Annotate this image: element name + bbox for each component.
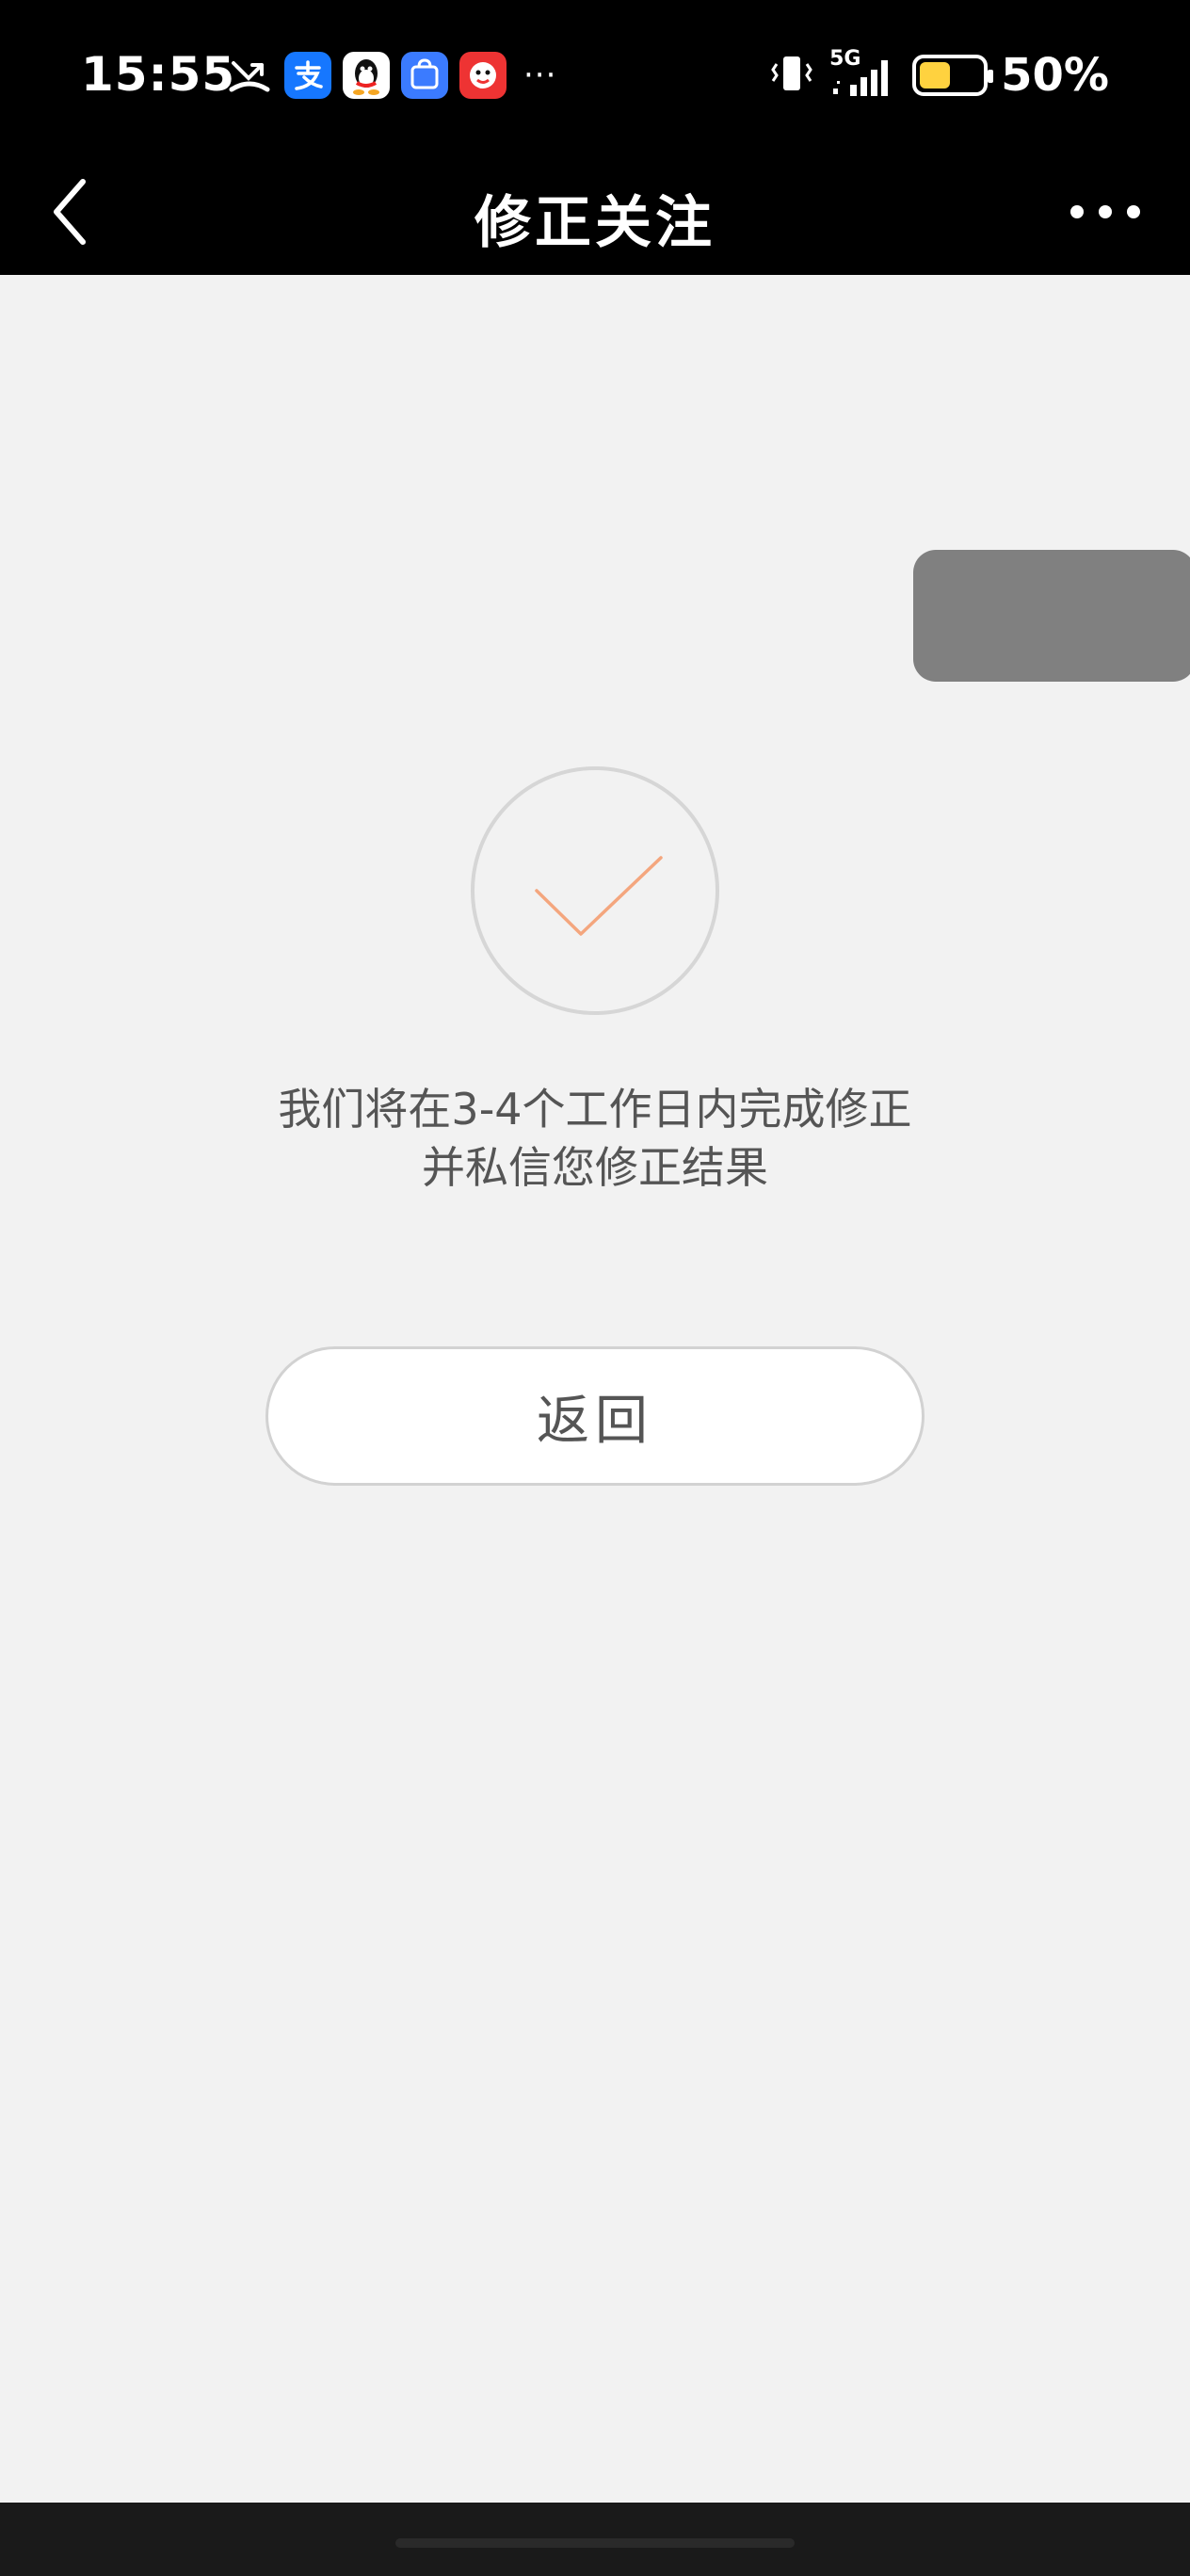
return-button[interactable]: 返回 bbox=[265, 1346, 925, 1486]
battery-fill bbox=[920, 62, 951, 89]
nav-bar: 修正关注 bbox=[0, 151, 1190, 275]
success-check-circle bbox=[471, 766, 719, 1015]
system-icons: 5G 50% bbox=[767, 47, 1109, 104]
alipay-icon bbox=[284, 52, 331, 99]
check-icon bbox=[535, 856, 663, 936]
vibrate-icon bbox=[767, 49, 816, 102]
more-horizontal-icon bbox=[1070, 205, 1140, 218]
more-notifications-indicator: ··· bbox=[523, 56, 557, 94]
status-bar: 15:55 ··· 5G 50% bbox=[0, 0, 1190, 151]
page-title: 修正关注 bbox=[474, 190, 716, 256]
missed-call-icon bbox=[226, 52, 273, 99]
battery-percent: 50% bbox=[1001, 49, 1109, 102]
bottom-gesture-bar bbox=[0, 2503, 1190, 2576]
home-indicator[interactable] bbox=[395, 2538, 795, 2548]
notification-icons: ··· bbox=[226, 49, 556, 102]
floating-side-tab[interactable] bbox=[913, 550, 1190, 682]
success-message-line-2: 并私信您修正结果 bbox=[422, 1142, 768, 1193]
screen: 15:55 ··· 5G 50% 修正关注 我们将在3-4个工作日内完成修正 并… bbox=[0, 0, 1190, 2576]
status-time: 15:55 bbox=[81, 47, 236, 102]
qq-icon bbox=[343, 52, 390, 99]
app-market-icon bbox=[401, 52, 448, 99]
battery-icon bbox=[912, 55, 994, 96]
more-options-button[interactable] bbox=[1058, 179, 1152, 245]
signal-5g-icon: 5G bbox=[829, 47, 899, 102]
game-icon bbox=[459, 52, 507, 99]
success-message-line-1: 我们将在3-4个工作日内完成修正 bbox=[278, 1084, 912, 1135]
